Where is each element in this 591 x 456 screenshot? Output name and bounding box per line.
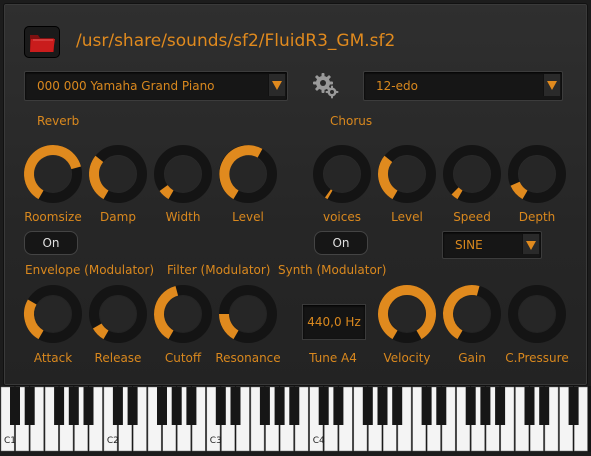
knob-label: Level: [232, 210, 264, 224]
black-key[interactable]: [171, 387, 182, 425]
instrument-select[interactable]: 000 000 Yamaha Grand Piano: [24, 71, 288, 101]
tune-a4-display[interactable]: 440,0 Hz: [302, 304, 366, 340]
black-key[interactable]: [68, 387, 79, 425]
waveform-select-value: SINE: [455, 238, 483, 252]
attack-knob[interactable]: [21, 282, 85, 346]
chevron-down-icon: [268, 74, 285, 96]
width-knob[interactable]: [151, 142, 215, 206]
black-key[interactable]: [377, 387, 388, 425]
black-key[interactable]: [465, 387, 476, 425]
black-key[interactable]: [186, 387, 197, 425]
chevron-down-icon: [543, 74, 560, 96]
black-key[interactable]: [112, 387, 123, 425]
chorus-section-label: Chorus: [330, 114, 373, 128]
depth-knob[interactable]: [505, 142, 569, 206]
knob-label: C.Pressure: [505, 351, 569, 365]
chorus-on-toggle[interactable]: On: [314, 231, 368, 255]
black-key[interactable]: [333, 387, 344, 425]
level-knob[interactable]: [216, 142, 280, 206]
velocity-knob[interactable]: [375, 282, 439, 346]
voices-knob[interactable]: [310, 142, 374, 206]
level-knob[interactable]: [375, 142, 439, 206]
knob-label: Depth: [518, 210, 556, 224]
gain-knob[interactable]: [440, 282, 504, 346]
tuning-select-value: 12-edo: [376, 79, 418, 93]
release-knob[interactable]: [86, 282, 150, 346]
synth-panel: /usr/share/sounds/sf2/FluidR3_GM.sf2 000…: [3, 3, 588, 386]
reverb-section-label: Reverb: [37, 114, 80, 128]
octave-label: C3: [210, 436, 222, 446]
speed-knob[interactable]: [440, 142, 504, 206]
octave-label: C2: [107, 436, 119, 446]
cutoff-knob[interactable]: [151, 282, 215, 346]
black-key[interactable]: [230, 387, 241, 425]
resonance-knob[interactable]: [216, 282, 280, 346]
piano-keys[interactable]: C1 C2 C3 C4: [0, 386, 591, 452]
octave-label: C1: [4, 436, 16, 446]
black-key[interactable]: [436, 387, 447, 425]
knob-label: Resonance: [215, 351, 281, 365]
open-file-button[interactable]: [24, 26, 60, 58]
envelope-section-label: Envelope (Modulator): [25, 263, 155, 277]
black-key[interactable]: [24, 387, 35, 425]
black-key[interactable]: [480, 387, 491, 425]
settings-button[interactable]: [311, 70, 341, 100]
instrument-select-value: 000 000 Yamaha Grand Piano: [37, 79, 215, 93]
folder-icon: [30, 35, 55, 52]
octave-label: C4: [313, 436, 325, 446]
black-key[interactable]: [392, 387, 403, 425]
black-key[interactable]: [274, 387, 285, 425]
file-path: /usr/share/sounds/sf2/FluidR3_GM.sf2: [76, 31, 396, 51]
synth-section-label: Synth (Modulator): [278, 263, 387, 277]
filter-section-label: Filter (Modulator): [167, 263, 271, 277]
black-key[interactable]: [318, 387, 329, 425]
reverb-on-toggle[interactable]: On: [24, 231, 78, 255]
black-key[interactable]: [495, 387, 506, 425]
black-key[interactable]: [421, 387, 432, 425]
black-key[interactable]: [568, 387, 579, 425]
black-key[interactable]: [54, 387, 65, 425]
black-key[interactable]: [289, 387, 300, 425]
black-key[interactable]: [215, 387, 226, 425]
black-key[interactable]: [539, 387, 550, 425]
roomsize-knob[interactable]: [21, 142, 85, 206]
black-key[interactable]: [83, 387, 94, 425]
black-key[interactable]: [259, 387, 270, 425]
tune-a4-label: Tune A4: [309, 351, 357, 365]
waveform-select[interactable]: SINE: [442, 231, 542, 259]
chevron-down-icon: [522, 234, 539, 254]
black-key[interactable]: [127, 387, 138, 425]
black-key[interactable]: [157, 387, 167, 425]
black-key[interactable]: [10, 387, 20, 425]
black-key[interactable]: [362, 387, 373, 425]
gear-icon: [313, 73, 339, 99]
tuning-select[interactable]: 12-edo: [363, 71, 563, 101]
damp-knob[interactable]: [86, 142, 150, 206]
c-pressure-knob[interactable]: [505, 282, 569, 346]
black-key[interactable]: [524, 387, 535, 425]
piano-keyboard[interactable]: C1 C2 C3 C4: [0, 386, 591, 452]
